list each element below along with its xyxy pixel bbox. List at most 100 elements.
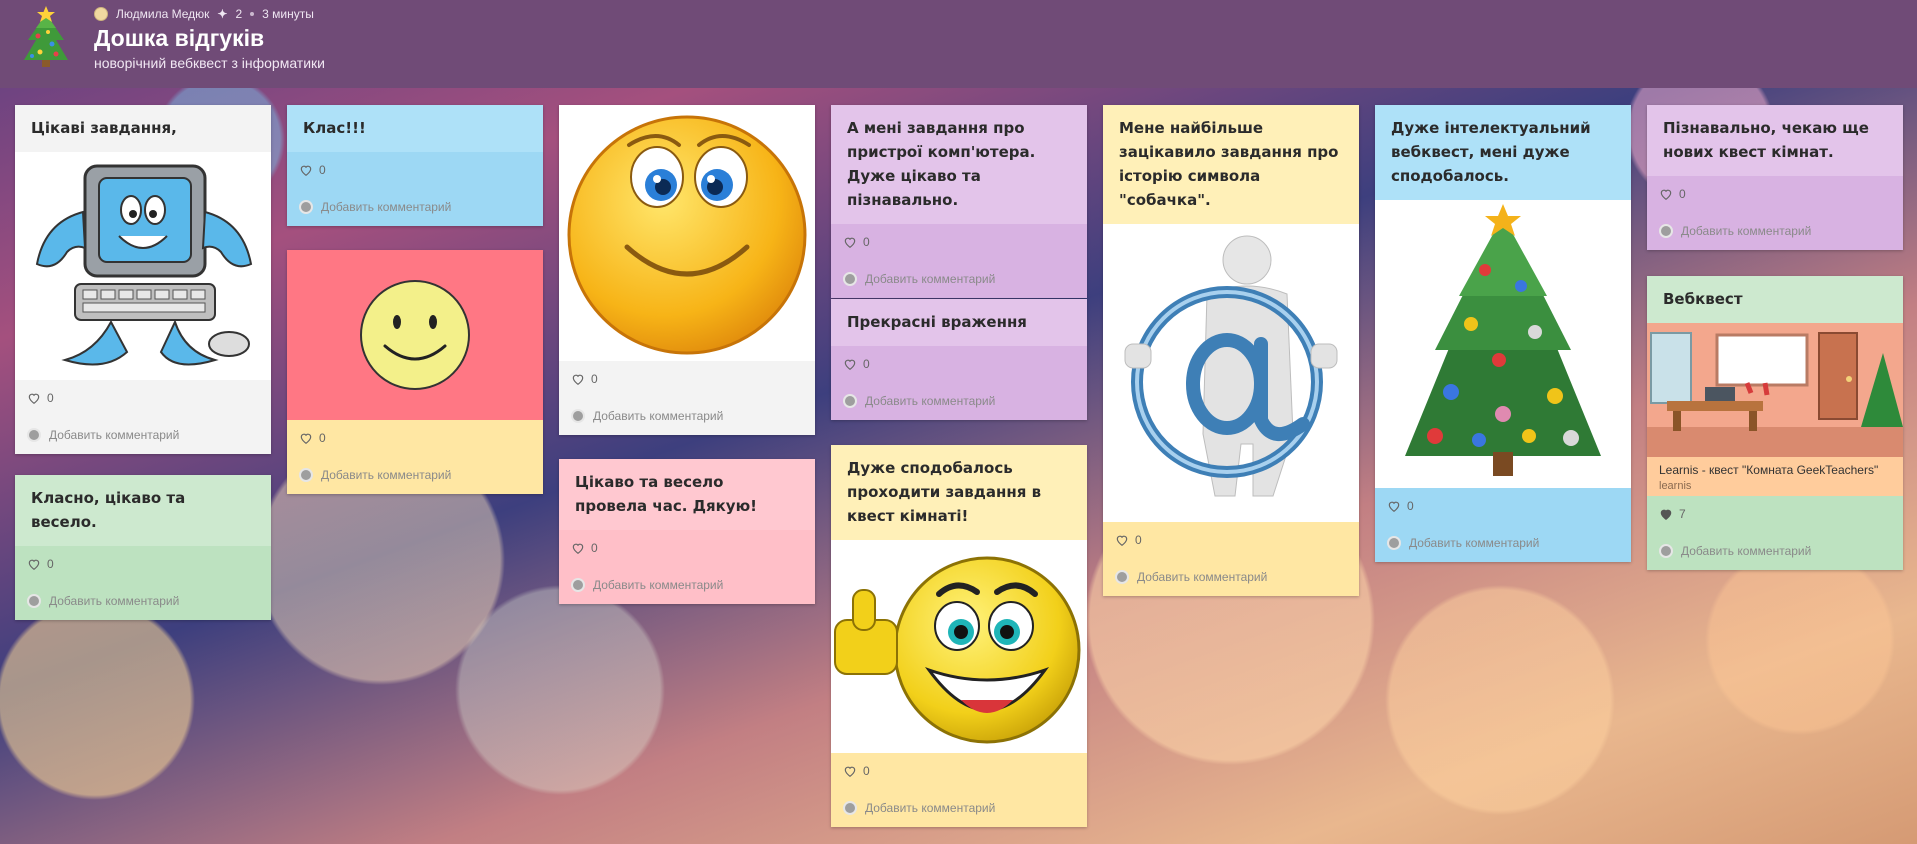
commenter-avatar: [1659, 544, 1673, 558]
smiley-face-image[interactable]: [287, 250, 543, 420]
add-comment-button[interactable]: Добавить комментарий: [843, 801, 1075, 815]
post-card[interactable]: Цікаві завдання, 0 Добавить комментарий: [15, 105, 271, 454]
commenter-avatar: [1387, 536, 1401, 550]
post-card[interactable]: Класно, цікаво та весело. 0 Добавить ком…: [15, 475, 271, 620]
link-domain: learnis: [1659, 480, 1692, 492]
like-count: 0: [47, 391, 54, 405]
heart-icon: [28, 559, 40, 570]
add-comment-label: Добавить комментарий: [321, 468, 452, 482]
add-comment-label: Добавить комментарий: [49, 594, 180, 608]
board-meta: Людмила Медюк ✦ 2 3 минуты: [94, 6, 314, 22]
thumbs-up-emoji-image[interactable]: [831, 540, 1087, 753]
post-card[interactable]: Дуже інтелектуальний веб­квест, мені дуж…: [1375, 105, 1631, 562]
author-avatar[interactable]: [94, 7, 108, 21]
heart-icon: [300, 433, 312, 444]
add-comment-button[interactable]: Добавить комментарий: [1659, 544, 1891, 558]
like-count: 0: [1407, 499, 1414, 513]
add-comment-label: Добавить комментарий: [593, 409, 724, 423]
like-button[interactable]: 0: [571, 371, 803, 387]
commenter-avatar: [27, 594, 41, 608]
post-title: Цікаво та весело провела час. Дякую!: [559, 459, 815, 530]
christmas-tree-image[interactable]: [1375, 200, 1631, 488]
post-footer: 0 Добавить комментарий: [559, 530, 815, 604]
add-comment-button[interactable]: Добавить комментарий: [843, 272, 1075, 286]
like-count: 7: [1679, 507, 1686, 521]
post-footer: 0 Добавить комментарий: [1103, 522, 1359, 596]
post-footer: 0 Добавить комментарий: [831, 346, 1087, 420]
like-count: 0: [319, 431, 326, 445]
post-card[interactable]: Прекрасні враження 0 Добавить комментари…: [831, 299, 1087, 420]
like-button[interactable]: 0: [299, 430, 531, 446]
room-scene-image[interactable]: [1647, 323, 1903, 457]
commenter-avatar: [843, 801, 857, 815]
post-card[interactable]: Дуже сподобалось проходити завдання в кв…: [831, 445, 1087, 827]
commenter-avatar: [571, 578, 585, 592]
post-footer: 0 Добавить комментарий: [287, 152, 543, 226]
post-footer: 7 Добавить комментарий: [1647, 496, 1903, 570]
add-comment-button[interactable]: Добавить комментарий: [27, 594, 259, 608]
like-button[interactable]: 0: [299, 162, 531, 178]
add-comment-button[interactable]: Добавить комментарий: [299, 468, 531, 482]
post-card[interactable]: А мені завдання про пристрої комп'ютера.…: [831, 105, 1087, 298]
post-card[interactable]: Пізнавально, чекаю ще нових квест кімнат…: [1647, 105, 1903, 250]
post-footer: 0 Добавить комментарий: [559, 361, 815, 435]
add-comment-label: Добавить комментарий: [49, 428, 180, 442]
add-comment-label: Добавить комментарий: [865, 801, 996, 815]
add-comment-button[interactable]: Добавить комментарий: [571, 409, 803, 423]
like-button[interactable]: 7: [1659, 506, 1891, 522]
post-card[interactable]: 0 Добавить комментарий: [287, 250, 543, 494]
commenter-avatar: [843, 394, 857, 408]
like-button[interactable]: 0: [571, 540, 803, 556]
like-count: 0: [591, 541, 598, 555]
post-title: Класно, цікаво та весело.: [15, 475, 271, 546]
post-card[interactable]: 0 Добавить комментарий: [559, 105, 815, 435]
link-preview[interactable]: Learnis - квест "Комната GeekTeachers" l…: [1647, 457, 1903, 496]
computer-cartoon-image[interactable]: [15, 152, 271, 380]
at-sign-figure-image[interactable]: [1103, 224, 1359, 522]
post-footer: 0 Добавить комментарий: [15, 546, 271, 620]
heart-icon: [300, 165, 312, 176]
like-count: 0: [863, 235, 870, 249]
heart-icon: [572, 543, 584, 554]
contributors-count[interactable]: 2: [235, 7, 242, 21]
post-card[interactable]: Мене найбільше зацікавило завдання про і…: [1103, 105, 1359, 596]
author-name[interactable]: Людмила Медюк: [116, 7, 209, 21]
heart-icon: [1116, 535, 1128, 546]
like-button[interactable]: 0: [843, 356, 1075, 372]
add-comment-button[interactable]: Добавить комментарий: [27, 428, 259, 442]
like-button[interactable]: 0: [1115, 532, 1347, 548]
like-count: 0: [863, 357, 870, 371]
add-comment-label: Добавить комментарий: [865, 272, 996, 286]
like-count: 0: [47, 557, 54, 571]
modified-time: 3 минуты: [262, 7, 314, 21]
like-button[interactable]: 0: [1659, 186, 1891, 202]
page-title: Дошка відгуків: [94, 25, 265, 51]
post-card[interactable]: Клас!!! 0 Добавить комментарий: [287, 105, 543, 226]
post-title: Дуже інтелектуальний веб­квест, мені дуж…: [1375, 105, 1631, 200]
add-comment-label: Добавить комментарий: [1409, 536, 1540, 550]
like-count: 0: [863, 764, 870, 778]
post-footer: 0 Добавить комментарий: [287, 420, 543, 494]
post-title: Дуже сподобалось проходити завдання в кв…: [831, 445, 1087, 540]
add-comment-button[interactable]: Добавить комментарий: [299, 200, 531, 214]
heart-icon: [844, 237, 856, 248]
add-comment-button[interactable]: Добавить комментарий: [1659, 224, 1891, 238]
commenter-avatar: [299, 468, 313, 482]
add-comment-button[interactable]: Добавить комментарий: [843, 394, 1075, 408]
like-button[interactable]: 0: [27, 556, 259, 572]
post-title: Клас!!!: [287, 105, 543, 152]
post-footer: 0 Добавить комментарий: [831, 753, 1087, 827]
post-card[interactable]: Веб­квест Learnis - квест "Комната GeekT…: [1647, 276, 1903, 570]
post-card[interactable]: Цікаво та весело провела час. Дякую! 0 Д…: [559, 459, 815, 604]
add-comment-button[interactable]: Добавить комментарий: [571, 578, 803, 592]
like-button[interactable]: 0: [27, 390, 259, 406]
like-button[interactable]: 0: [1387, 498, 1619, 514]
heart-icon: [844, 766, 856, 777]
like-button[interactable]: 0: [843, 234, 1075, 250]
commenter-avatar: [571, 409, 585, 423]
smiling-emoji-image[interactable]: [559, 105, 815, 361]
like-button[interactable]: 0: [843, 763, 1075, 779]
add-comment-button[interactable]: Добавить комментарий: [1387, 536, 1619, 550]
page-subtitle: новорічний веб­квест з інформатики: [94, 55, 325, 71]
add-comment-button[interactable]: Добавить комментарий: [1115, 570, 1347, 584]
